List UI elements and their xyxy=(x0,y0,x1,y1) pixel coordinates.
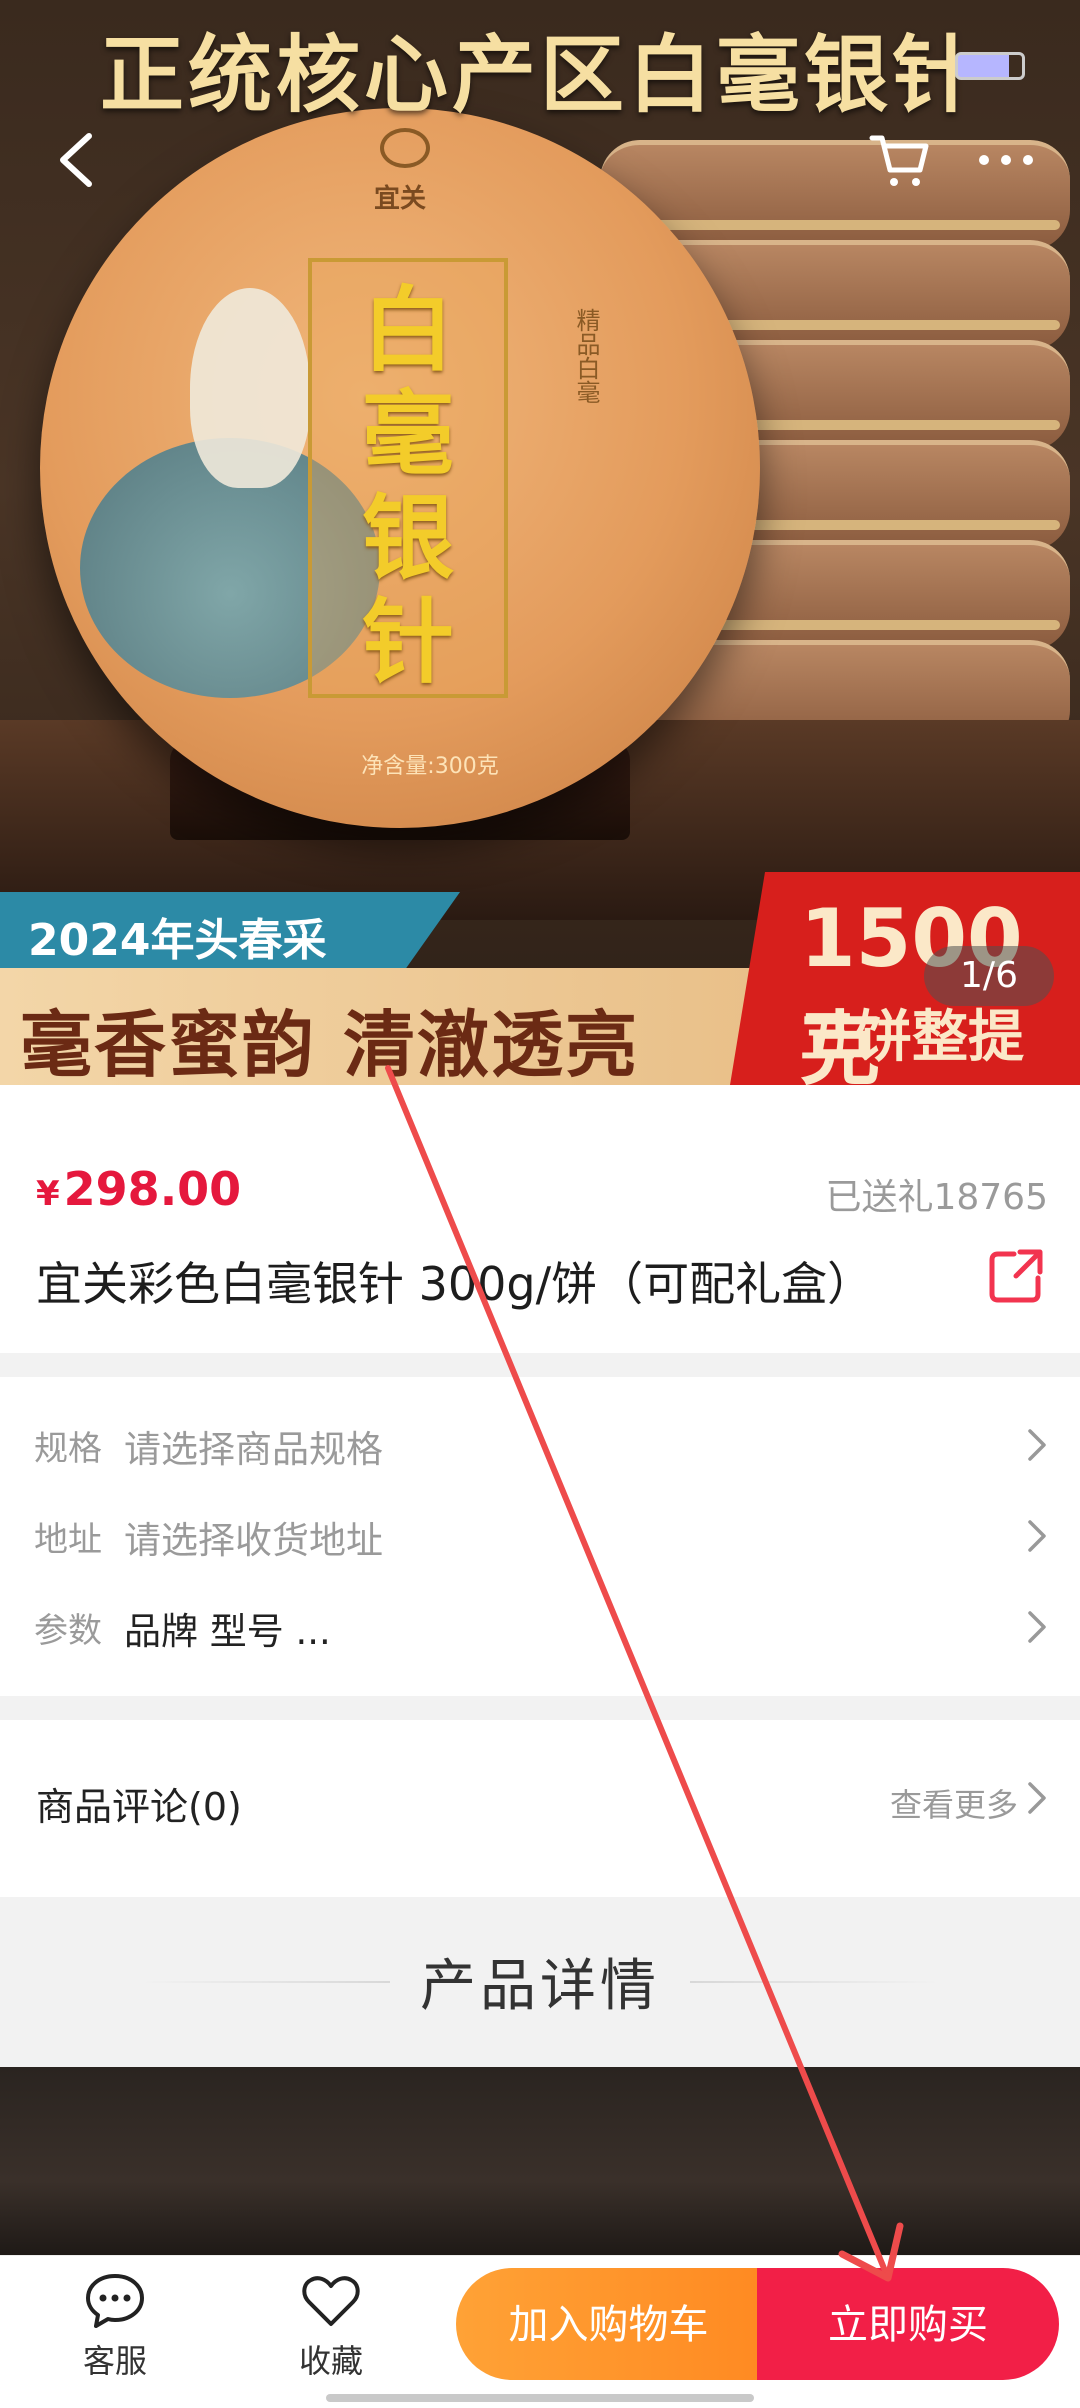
chevron-right-icon xyxy=(1028,1429,1046,1461)
spec-value: 请选择商品规格 xyxy=(124,1428,383,1471)
image-counter: 1/6 xyxy=(924,946,1054,1006)
reviews-section: 商品评论(0) 查看更多 xyxy=(0,1720,1080,1895)
slogan-bar: 毫香蜜韵 清澈透亮 xyxy=(0,968,760,1085)
spec-row[interactable]: 规格 请选择商品规格 xyxy=(0,1399,1080,1489)
address-label: 地址 xyxy=(34,1520,102,1560)
customer-service-button[interactable]: 客服 xyxy=(50,2272,180,2382)
cake-label: 白毫银针 xyxy=(361,276,454,696)
detail-image xyxy=(0,2067,1080,2257)
product-price: ¥298.00 xyxy=(36,1162,241,1216)
price-value: 298.00 xyxy=(63,1162,242,1216)
chevron-right-icon[interactable] xyxy=(1020,1778,1054,1818)
favorite-label: 收藏 xyxy=(298,2342,363,2380)
chevron-right-icon xyxy=(1028,1611,1046,1643)
detail-header: 产品详情 xyxy=(0,1897,1080,2067)
params-label: 参数 xyxy=(34,1611,102,1651)
banner-title: 正统核心产区白毫银针 xyxy=(99,25,980,124)
gifted-count: 已送礼18765 xyxy=(825,1177,1048,1218)
tea-cake-wrapper: 宜关 白毫银针 精品白毫 净含量:300克 xyxy=(40,108,760,828)
brand-logo-text: 宜关 xyxy=(373,184,426,214)
product-title: 宜关彩色白毫银针 300g/饼（可配礼盒） xyxy=(36,1257,874,1311)
add-to-cart-button[interactable]: 加入购物车 xyxy=(456,2268,761,2380)
customer-service-label: 客服 xyxy=(82,2342,147,2380)
heart-icon xyxy=(302,2276,360,2326)
section-divider xyxy=(0,1696,1080,1720)
back-icon[interactable] xyxy=(36,120,116,200)
chevron-right-icon xyxy=(1028,1520,1046,1552)
cart-icon[interactable] xyxy=(860,120,940,200)
section-divider xyxy=(0,1353,1080,1377)
brand-logo-mark xyxy=(380,128,430,168)
home-indicator xyxy=(326,2394,754,2402)
params-row[interactable]: 参数 品牌 型号 ... xyxy=(0,1581,1080,1671)
slogan-text: 毫香蜜韵 清澈透亮 xyxy=(20,1003,640,1085)
battery-icon xyxy=(955,52,1025,80)
view-more-link[interactable]: 查看更多 xyxy=(890,1780,1018,1826)
reviews-title: 商品评论(0) xyxy=(36,1785,242,1829)
spec-label: 规格 xyxy=(34,1429,102,1469)
divider-line xyxy=(690,1981,940,1983)
share-icon[interactable] xyxy=(986,1246,1046,1306)
net-weight: 净含量:300克 xyxy=(361,754,499,779)
address-value: 请选择收货地址 xyxy=(124,1519,383,1562)
year-tag-text: 2024年头春采 xyxy=(28,915,327,966)
favorite-button[interactable]: 收藏 xyxy=(266,2272,396,2382)
buy-now-button[interactable]: 立即购买 xyxy=(757,2268,1059,2380)
params-value: 品牌 型号 ... xyxy=(124,1610,331,1653)
more-icon[interactable] xyxy=(966,120,1046,200)
address-row[interactable]: 地址 请选择收货地址 xyxy=(0,1490,1080,1580)
chat-bubble-icon xyxy=(86,2274,144,2328)
cake-side-text: 精品白毫 xyxy=(572,308,600,404)
currency-symbol: ¥ xyxy=(36,1174,60,1214)
year-tag: 2024年头春采 xyxy=(0,892,460,970)
